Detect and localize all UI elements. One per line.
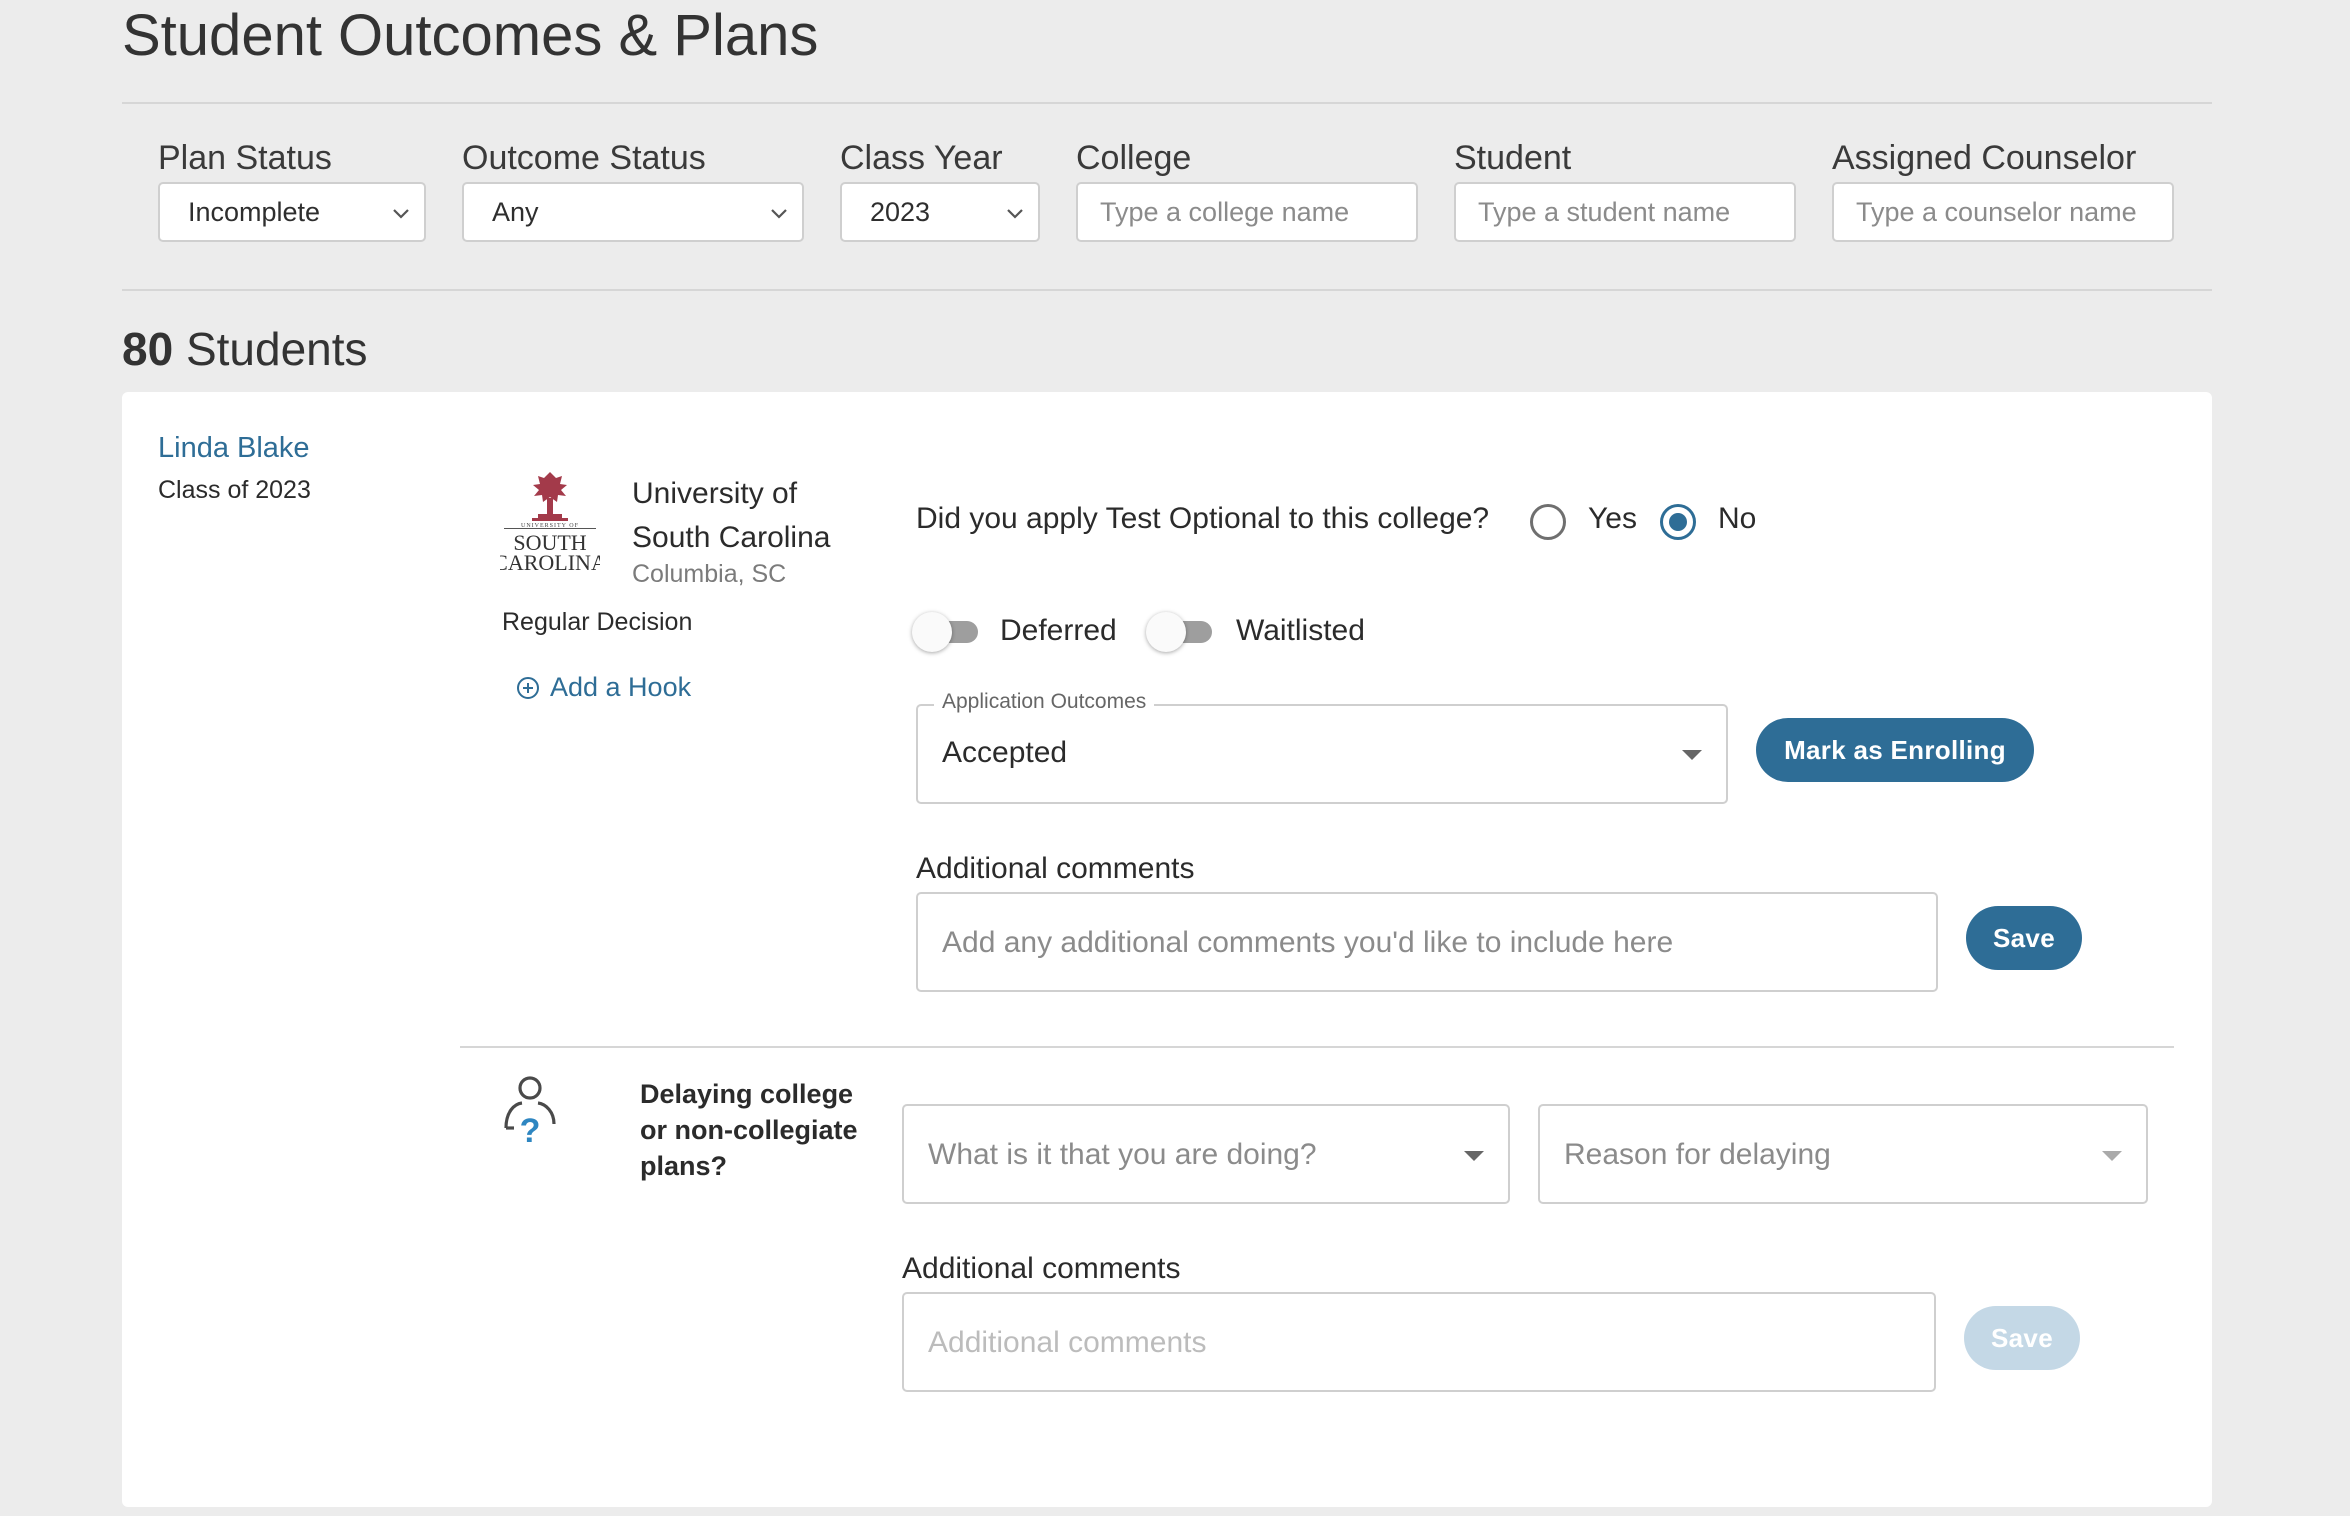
select-value: Incomplete [188, 196, 321, 227]
application-decision-type: Regular Decision [502, 608, 693, 636]
filter-student: Student Type a student name [1454, 138, 1796, 242]
delaying-question-line3: plans? [640, 1151, 728, 1181]
chevron-down-icon [1007, 209, 1023, 219]
reason-placeholder: Reason for delaying [1564, 1138, 1831, 1171]
college-name: University of South Carolina [632, 472, 830, 560]
save-comments-button[interactable]: Save [1966, 906, 2082, 970]
caret-down-icon [1682, 750, 1702, 760]
delay-comments-placeholder: Additional comments [928, 1326, 1207, 1359]
waitlisted-label: Waitlisted [1236, 614, 1365, 647]
college-name-line1: University of [632, 477, 798, 510]
college-search-input[interactable]: Type a college name [1076, 182, 1418, 242]
chevron-down-icon [393, 209, 409, 219]
student-count-number: 80 [122, 323, 174, 375]
additional-comments-label: Additional comments [916, 852, 1195, 885]
filter-label: Outcome Status [462, 139, 706, 177]
header-divider [122, 102, 2212, 104]
college-location: Columbia, SC [632, 560, 787, 588]
test-optional-question: Did you apply Test Optional to this coll… [916, 502, 1490, 535]
filter-outcome-status: Outcome Status Any [462, 138, 804, 242]
toggle-knob [1146, 612, 1186, 652]
mark-as-enrolling-button[interactable]: Mark as Enrolling [1756, 718, 2034, 782]
filter-college: College Type a college name [1076, 138, 1418, 242]
svg-text:CAROLINA: CAROLINA [500, 550, 600, 575]
college-name-line2: South Carolina [632, 521, 831, 554]
application-outcomes-legend: Application Outcomes [934, 690, 1155, 714]
student-count: 80 Students [122, 322, 368, 376]
student-card: Linda Blake Class of 2023 UNIVERSITY OF … [122, 392, 2212, 1507]
class-year-select[interactable]: 2023 [840, 182, 1040, 242]
filter-plan-status: Plan Status Incomplete [158, 138, 426, 242]
filter-counselor: Assigned Counselor Type a counselor name [1832, 138, 2174, 242]
filters-divider [122, 289, 2212, 291]
university-logo-icon: UNIVERSITY OF SOUTH CAROLINA [493, 472, 607, 575]
delay-reason-select[interactable]: Reason for delaying [1538, 1104, 2148, 1204]
toggle-knob [912, 612, 952, 652]
filter-label: Plan Status [158, 139, 332, 177]
test-optional-no-radio[interactable] [1660, 504, 1696, 540]
student-name-link[interactable]: Linda Blake [158, 432, 310, 465]
delaying-question-line2: or non-collegiate [640, 1115, 858, 1145]
student-count-label: Students [185, 323, 368, 375]
activity-placeholder: What is it that you are doing? [928, 1138, 1317, 1171]
add-hook-button[interactable]: Add a Hook [516, 672, 691, 703]
save-delay-comments-button[interactable]: Save [1964, 1306, 2080, 1370]
waitlisted-toggle[interactable] [1146, 612, 1214, 652]
filter-class-year: Class Year 2023 [840, 138, 1040, 242]
svg-text:UNIVERSITY OF: UNIVERSITY OF [521, 523, 579, 529]
plus-circle-icon [517, 676, 539, 699]
application-outcomes-select[interactable]: Application Outcomes Accepted [916, 690, 1728, 804]
activity-select[interactable]: What is it that you are doing? [902, 1104, 1510, 1204]
select-value: Any [492, 196, 539, 227]
section-divider [460, 1046, 2174, 1048]
counselor-search-input[interactable]: Type a counselor name [1832, 182, 2174, 242]
add-hook-label: Add a Hook [550, 672, 692, 702]
student-class-year: Class of 2023 [158, 476, 311, 504]
delaying-question-line1: Delaying college [640, 1079, 854, 1109]
delaying-plans-question: Delaying college or non-collegiate plans… [640, 1076, 858, 1184]
input-placeholder: Type a student name [1478, 196, 1731, 227]
person-question-icon: ? [500, 1074, 564, 1150]
filter-label: Class Year [840, 139, 1003, 177]
delay-comments-input[interactable]: Additional comments [902, 1292, 1936, 1392]
filter-label: Assigned Counselor [1832, 139, 2137, 177]
test-optional-yes-radio[interactable] [1530, 504, 1566, 540]
chevron-down-icon [771, 209, 787, 219]
input-placeholder: Type a college name [1100, 196, 1350, 227]
application-outcome-value: Accepted [942, 736, 1068, 769]
select-value: 2023 [870, 196, 931, 227]
deferred-toggle[interactable] [912, 612, 980, 652]
comments-placeholder: Add any additional comments you'd like t… [942, 926, 1674, 959]
radio-label-yes: Yes [1588, 502, 1637, 535]
svg-text:?: ? [520, 1112, 541, 1148]
page-title: Student Outcomes & Plans [122, 3, 819, 68]
college-logo: UNIVERSITY OF SOUTH CAROLINA [493, 468, 607, 578]
plan-status-select[interactable]: Incomplete [158, 182, 426, 242]
filter-label: College [1076, 139, 1192, 177]
deferred-label: Deferred [1000, 614, 1117, 647]
page: Student Outcomes & Plans Plan Status Inc… [0, 0, 2350, 1516]
outcome-status-select[interactable]: Any [462, 182, 804, 242]
caret-down-icon [2102, 1151, 2122, 1161]
additional-comments-input[interactable]: Add any additional comments you'd like t… [916, 892, 1938, 992]
filter-label: Student [1454, 139, 1572, 177]
student-search-input[interactable]: Type a student name [1454, 182, 1796, 242]
input-placeholder: Type a counselor name [1856, 196, 2137, 227]
radio-label-no: No [1718, 502, 1757, 535]
delay-comments-label: Additional comments [902, 1252, 1181, 1285]
caret-down-icon [1464, 1151, 1484, 1161]
